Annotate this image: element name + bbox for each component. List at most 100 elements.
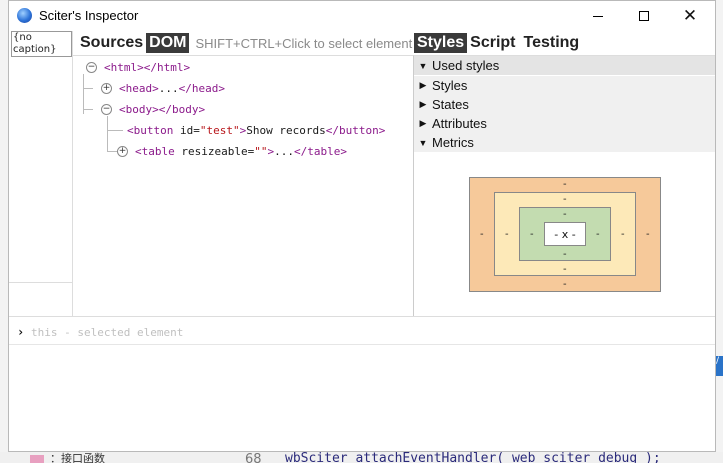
- border-left-value: -: [505, 229, 509, 240]
- expanded-arrow-icon: ▼: [418, 137, 428, 148]
- border-bottom-value: -: [563, 264, 567, 275]
- section-states[interactable]: ▶ States: [414, 95, 715, 114]
- tab-sources[interactable]: Sources: [77, 33, 146, 53]
- close-button[interactable]: ✕: [667, 1, 713, 31]
- html-open-tag: <html>: [104, 61, 144, 74]
- padding-top-value: -: [563, 209, 567, 220]
- minimize-icon: [593, 15, 603, 17]
- body-close-tag: </body>: [158, 103, 206, 116]
- dom-tree-pane: − <html></html> + <head>...</head> − <bo…: [73, 55, 414, 316]
- head-close-tag: </head>: [178, 82, 225, 95]
- minimize-button[interactable]: [575, 1, 621, 31]
- background-cn-text: ：接口函数: [50, 452, 105, 463]
- preview-dots: ˙ ˙ ˙ ˙: [13, 47, 51, 56]
- section-attributes[interactable]: ▶ Attributes: [414, 114, 715, 133]
- margin-bottom-value: -: [563, 279, 567, 290]
- right-tab-bar: Styles Script Testing: [414, 31, 582, 55]
- body-open-tag: <body>: [119, 103, 159, 116]
- background-line-number: 68: [245, 452, 262, 463]
- tab-styles[interactable]: Styles: [414, 33, 468, 53]
- collapsed-arrow-icon: ▶: [419, 118, 427, 128]
- background-window-left-edge: [0, 0, 8, 463]
- button-attr-name: id=: [173, 124, 200, 137]
- table-ellipsis: ...: [274, 145, 294, 158]
- section-label: Used styles: [432, 58, 500, 73]
- button-close-tag: </button>: [325, 124, 386, 137]
- collapsed-arrow-icon: ▶: [419, 99, 427, 109]
- expanded-arrow-icon: ▼: [418, 60, 428, 71]
- tree-line: [83, 88, 93, 89]
- window-list-column: [9, 107, 73, 316]
- maximize-button[interactable]: [621, 1, 667, 31]
- left-tab-bar: Sources DOM SHIFT+CTRL+Click to select e…: [77, 31, 412, 55]
- background-code-line: wbSciter_attachEventHandler( web_sciter_…: [285, 452, 661, 463]
- margin-top-value: -: [563, 179, 567, 190]
- background-editor-strip: ：接口函数 68 wbSciter_attachEventHandler( we…: [0, 452, 723, 463]
- section-label: Metrics: [432, 135, 474, 150]
- dom-node-body[interactable]: <body></body>: [119, 103, 205, 117]
- title-bar[interactable]: Sciter's Inspector ✕: [9, 1, 715, 31]
- dom-node-head[interactable]: <head>...</head>: [119, 82, 225, 96]
- tree-line: [83, 109, 93, 110]
- padding-left-value: -: [530, 229, 534, 240]
- console-output-area: [9, 345, 715, 451]
- sciter-app-icon: [17, 8, 32, 23]
- section-label: Attributes: [432, 116, 487, 131]
- html-close-tag: </html>: [143, 61, 191, 74]
- content-size-value: - x -: [554, 227, 576, 241]
- border-top-value: -: [563, 194, 567, 205]
- divider: [9, 282, 73, 283]
- expand-table-toggle[interactable]: +: [117, 146, 128, 157]
- console-input[interactable]: [31, 323, 691, 341]
- box-model-padding: - - - - - x -: [519, 207, 611, 261]
- section-styles[interactable]: ▶ Styles: [414, 76, 715, 95]
- section-label: States: [432, 97, 469, 112]
- border-right-value: -: [621, 229, 625, 240]
- tree-line: [107, 130, 123, 131]
- console-prompt-icon: ›: [17, 325, 25, 339]
- background-blue-badge: /: [716, 356, 723, 376]
- window-preview-thumbnail[interactable]: {no caption} ˙ ˙ ˙ ˙: [9, 31, 73, 107]
- table-attr-value: "": [254, 145, 268, 158]
- tree-line: [83, 74, 84, 114]
- select-element-hint: SHIFT+CTRL+Click to select element: [195, 35, 413, 51]
- button-open-tag: <button: [127, 124, 174, 137]
- inspector-window: Sciter's Inspector ✕ {no caption} ˙ ˙ ˙ …: [8, 0, 716, 452]
- collapse-html-toggle[interactable]: −: [86, 62, 97, 73]
- tree-line: [107, 116, 108, 152]
- section-metrics[interactable]: ▼ Metrics: [414, 133, 715, 152]
- close-icon: ✕: [682, 5, 698, 26]
- maximize-icon: [639, 11, 649, 21]
- window-title: Sciter's Inspector: [39, 8, 139, 23]
- console-bar: ›: [9, 316, 715, 345]
- table-close-tag: </table>: [293, 145, 347, 158]
- button-attr-value: "test": [199, 124, 240, 137]
- head-open-tag: <head>: [119, 82, 159, 95]
- tab-dom[interactable]: DOM: [146, 33, 190, 53]
- dom-node-button[interactable]: <button id="test">Show records</button>: [127, 124, 385, 138]
- collapse-body-toggle[interactable]: −: [101, 104, 112, 115]
- section-used-styles[interactable]: ▼ Used styles: [414, 56, 715, 75]
- table-attr-name: resizeable=: [174, 145, 255, 158]
- box-model-border: - - - - - - - - - x -: [494, 192, 636, 276]
- background-window-right-edge: /: [716, 0, 723, 452]
- padding-right-value: -: [596, 229, 600, 240]
- dom-node-html[interactable]: <html></html>: [104, 61, 190, 75]
- box-model-content: - x -: [544, 222, 586, 246]
- dom-node-table[interactable]: <table resizeable="">...</table>: [135, 145, 347, 159]
- margin-right-value: -: [646, 229, 650, 240]
- box-model-margin: - - - - - - - - - - - - - x -: [469, 177, 661, 292]
- collapsed-arrow-icon: ▶: [419, 80, 427, 90]
- expand-head-toggle[interactable]: +: [101, 83, 112, 94]
- background-pink-marker: [30, 455, 44, 463]
- styles-pane: ▼ Used styles ▶ Styles ▶ States ▶ Attrib…: [414, 55, 715, 316]
- tab-testing[interactable]: Testing: [520, 33, 582, 53]
- table-open-tag: <table: [135, 145, 175, 158]
- margin-left-value: -: [480, 229, 484, 240]
- button-text: Show records: [246, 124, 326, 137]
- section-label: Styles: [432, 78, 468, 93]
- tab-script[interactable]: Script: [467, 33, 518, 53]
- head-ellipsis: ...: [158, 82, 179, 95]
- tree-line: [107, 151, 117, 152]
- padding-bottom-value: -: [563, 249, 567, 260]
